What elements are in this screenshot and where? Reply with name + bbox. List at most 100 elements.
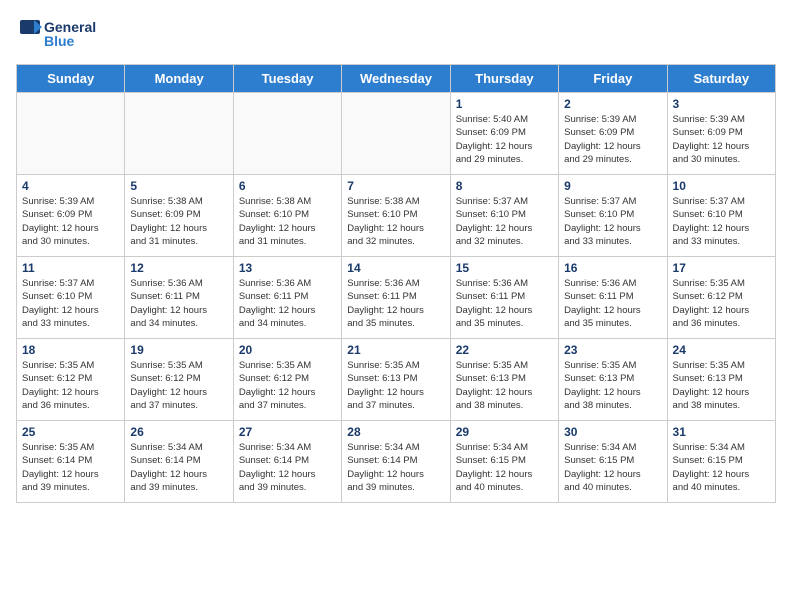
calendar-cell: 1 Sunrise: 5:40 AM Sunset: 6:09 PM Daylig… — [450, 93, 558, 175]
day-number: 4 — [22, 179, 119, 193]
day-header-tuesday: Tuesday — [233, 65, 341, 93]
cell-info: Sunrise: 5:38 AM Sunset: 6:09 PM Dayligh… — [130, 195, 227, 248]
day-number: 9 — [564, 179, 661, 193]
calendar-cell: 18 Sunrise: 5:35 AM Sunset: 6:12 PM Dayli… — [17, 339, 125, 421]
calendar-cell: 2 Sunrise: 5:39 AM Sunset: 6:09 PM Daylig… — [559, 93, 667, 175]
calendar-cell: 13Sunrise: 5:36 AM Sunset: 6:11 PM Dayli… — [233, 257, 341, 339]
cell-info: Sunrise: 5:36 AM Sunset: 6:11 PM Dayligh… — [347, 277, 444, 330]
calendar-cell: 27 Sunrise: 5:34 AM Sunset: 6:14 PM Dayli… — [233, 421, 341, 503]
calendar-cell: 4 Sunrise: 5:39 AM Sunset: 6:09 PM Daylig… — [17, 175, 125, 257]
cell-info: Sunrise: 5:35 AM Sunset: 6:12 PM Dayligh… — [673, 277, 770, 330]
cell-info: Sunrise: 5:36 AM Sunset: 6:11 PM Dayligh… — [130, 277, 227, 330]
calendar-cell: 16 Sunrise: 5:36 AM Sunset: 6:11 PM Dayli… — [559, 257, 667, 339]
day-number: 31 — [673, 425, 770, 439]
cell-info: Sunrise: 5:39 AM Sunset: 6:09 PM Dayligh… — [564, 113, 661, 166]
logo-svg: General Blue — [16, 16, 111, 56]
calendar-cell: 11 Sunrise: 5:37 AM Sunset: 6:10 PM Dayli… — [17, 257, 125, 339]
calendar-cell: 20 Sunrise: 5:35 AM Sunset: 6:12 PM Dayli… — [233, 339, 341, 421]
cell-info: Sunrise: 5:37 AM Sunset: 6:10 PM Dayligh… — [564, 195, 661, 248]
cell-info: Sunrise: 5:35 AM Sunset: 6:12 PM Dayligh… — [130, 359, 227, 412]
calendar-cell: 3 Sunrise: 5:39 AM Sunset: 6:09 PM Daylig… — [667, 93, 775, 175]
calendar-cell: 8Sunrise: 5:37 AM Sunset: 6:10 PM Daylig… — [450, 175, 558, 257]
day-number: 20 — [239, 343, 336, 357]
cell-info: Sunrise: 5:35 AM Sunset: 6:12 PM Dayligh… — [239, 359, 336, 412]
day-number: 1 — [456, 97, 553, 111]
calendar-cell: 24 Sunrise: 5:35 AM Sunset: 6:13 PM Dayli… — [667, 339, 775, 421]
day-number: 19 — [130, 343, 227, 357]
calendar-cell: 31 Sunrise: 5:34 AM Sunset: 6:15 PM Dayli… — [667, 421, 775, 503]
calendar-cell: 5 Sunrise: 5:38 AM Sunset: 6:09 PM Daylig… — [125, 175, 233, 257]
cell-info: Sunrise: 5:34 AM Sunset: 6:15 PM Dayligh… — [564, 441, 661, 494]
calendar-cell: 6Sunrise: 5:38 AM Sunset: 6:10 PM Daylig… — [233, 175, 341, 257]
calendar-cell: 15 Sunrise: 5:36 AM Sunset: 6:11 PM Dayli… — [450, 257, 558, 339]
cell-info: Sunrise: 5:34 AM Sunset: 6:15 PM Dayligh… — [673, 441, 770, 494]
day-header-thursday: Thursday — [450, 65, 558, 93]
week-row-3: 11 Sunrise: 5:37 AM Sunset: 6:10 PM Dayli… — [17, 257, 776, 339]
cell-info: Sunrise: 5:35 AM Sunset: 6:12 PM Dayligh… — [22, 359, 119, 412]
day-number: 30 — [564, 425, 661, 439]
cell-info: Sunrise: 5:34 AM Sunset: 6:14 PM Dayligh… — [130, 441, 227, 494]
day-number: 12 — [130, 261, 227, 275]
calendar-cell: 7 Sunrise: 5:38 AM Sunset: 6:10 PM Daylig… — [342, 175, 450, 257]
cell-info: Sunrise: 5:37 AM Sunset: 6:10 PM Dayligh… — [456, 195, 553, 248]
day-number: 29 — [456, 425, 553, 439]
cell-info: Sunrise: 5:39 AM Sunset: 6:09 PM Dayligh… — [673, 113, 770, 166]
day-number: 23 — [564, 343, 661, 357]
day-header-saturday: Saturday — [667, 65, 775, 93]
cell-info: Sunrise: 5:38 AM Sunset: 6:10 PM Dayligh… — [347, 195, 444, 248]
cell-info: Sunrise: 5:35 AM Sunset: 6:13 PM Dayligh… — [673, 359, 770, 412]
cell-info: Sunrise: 5:37 AM Sunset: 6:10 PM Dayligh… — [673, 195, 770, 248]
logo: General Blue — [16, 16, 111, 56]
week-row-2: 4 Sunrise: 5:39 AM Sunset: 6:09 PM Daylig… — [17, 175, 776, 257]
calendar-cell — [125, 93, 233, 175]
calendar-cell: 23Sunrise: 5:35 AM Sunset: 6:13 PM Dayli… — [559, 339, 667, 421]
calendar-table: SundayMondayTuesdayWednesdayThursdayFrid… — [16, 64, 776, 503]
calendar-cell: 12 Sunrise: 5:36 AM Sunset: 6:11 PM Dayli… — [125, 257, 233, 339]
day-number: 3 — [673, 97, 770, 111]
day-header-friday: Friday — [559, 65, 667, 93]
day-header-monday: Monday — [125, 65, 233, 93]
cell-info: Sunrise: 5:35 AM Sunset: 6:13 PM Dayligh… — [347, 359, 444, 412]
svg-text:Blue: Blue — [44, 33, 75, 49]
calendar-cell — [17, 93, 125, 175]
day-number: 22 — [456, 343, 553, 357]
day-number: 14 — [347, 261, 444, 275]
day-number: 5 — [130, 179, 227, 193]
calendar-cell: 30 Sunrise: 5:34 AM Sunset: 6:15 PM Dayli… — [559, 421, 667, 503]
day-number: 18 — [22, 343, 119, 357]
day-number: 16 — [564, 261, 661, 275]
calendar-cell: 17 Sunrise: 5:35 AM Sunset: 6:12 PM Dayli… — [667, 257, 775, 339]
calendar-cell: 28 Sunrise: 5:34 AM Sunset: 6:14 PM Dayli… — [342, 421, 450, 503]
cell-info: Sunrise: 5:36 AM Sunset: 6:11 PM Dayligh… — [456, 277, 553, 330]
calendar-cell: 10 Sunrise: 5:37 AM Sunset: 6:10 PM Dayli… — [667, 175, 775, 257]
calendar-cell: 22 Sunrise: 5:35 AM Sunset: 6:13 PM Dayli… — [450, 339, 558, 421]
calendar-cell: 19 Sunrise: 5:35 AM Sunset: 6:12 PM Dayli… — [125, 339, 233, 421]
day-number: 25 — [22, 425, 119, 439]
cell-info: Sunrise: 5:34 AM Sunset: 6:14 PM Dayligh… — [239, 441, 336, 494]
calendar-cell — [342, 93, 450, 175]
day-number: 17 — [673, 261, 770, 275]
day-number: 28 — [347, 425, 444, 439]
cell-info: Sunrise: 5:34 AM Sunset: 6:14 PM Dayligh… — [347, 441, 444, 494]
day-number: 7 — [347, 179, 444, 193]
day-number: 13 — [239, 261, 336, 275]
day-number: 15 — [456, 261, 553, 275]
week-row-5: 25Sunrise: 5:35 AM Sunset: 6:14 PM Dayli… — [17, 421, 776, 503]
cell-info: Sunrise: 5:36 AM Sunset: 6:11 PM Dayligh… — [564, 277, 661, 330]
day-number: 27 — [239, 425, 336, 439]
cell-info: Sunrise: 5:39 AM Sunset: 6:09 PM Dayligh… — [22, 195, 119, 248]
cell-info: Sunrise: 5:40 AM Sunset: 6:09 PM Dayligh… — [456, 113, 553, 166]
day-number: 2 — [564, 97, 661, 111]
calendar-cell — [233, 93, 341, 175]
cell-info: Sunrise: 5:35 AM Sunset: 6:13 PM Dayligh… — [456, 359, 553, 412]
day-number: 10 — [673, 179, 770, 193]
day-number: 26 — [130, 425, 227, 439]
day-number: 11 — [22, 261, 119, 275]
cell-info: Sunrise: 5:37 AM Sunset: 6:10 PM Dayligh… — [22, 277, 119, 330]
calendar-cell: 14 Sunrise: 5:36 AM Sunset: 6:11 PM Dayli… — [342, 257, 450, 339]
page-header: General Blue — [16, 16, 776, 56]
calendar-cell: 21Sunrise: 5:35 AM Sunset: 6:13 PM Dayli… — [342, 339, 450, 421]
day-header-wednesday: Wednesday — [342, 65, 450, 93]
day-number: 24 — [673, 343, 770, 357]
week-row-1: 1 Sunrise: 5:40 AM Sunset: 6:09 PM Daylig… — [17, 93, 776, 175]
